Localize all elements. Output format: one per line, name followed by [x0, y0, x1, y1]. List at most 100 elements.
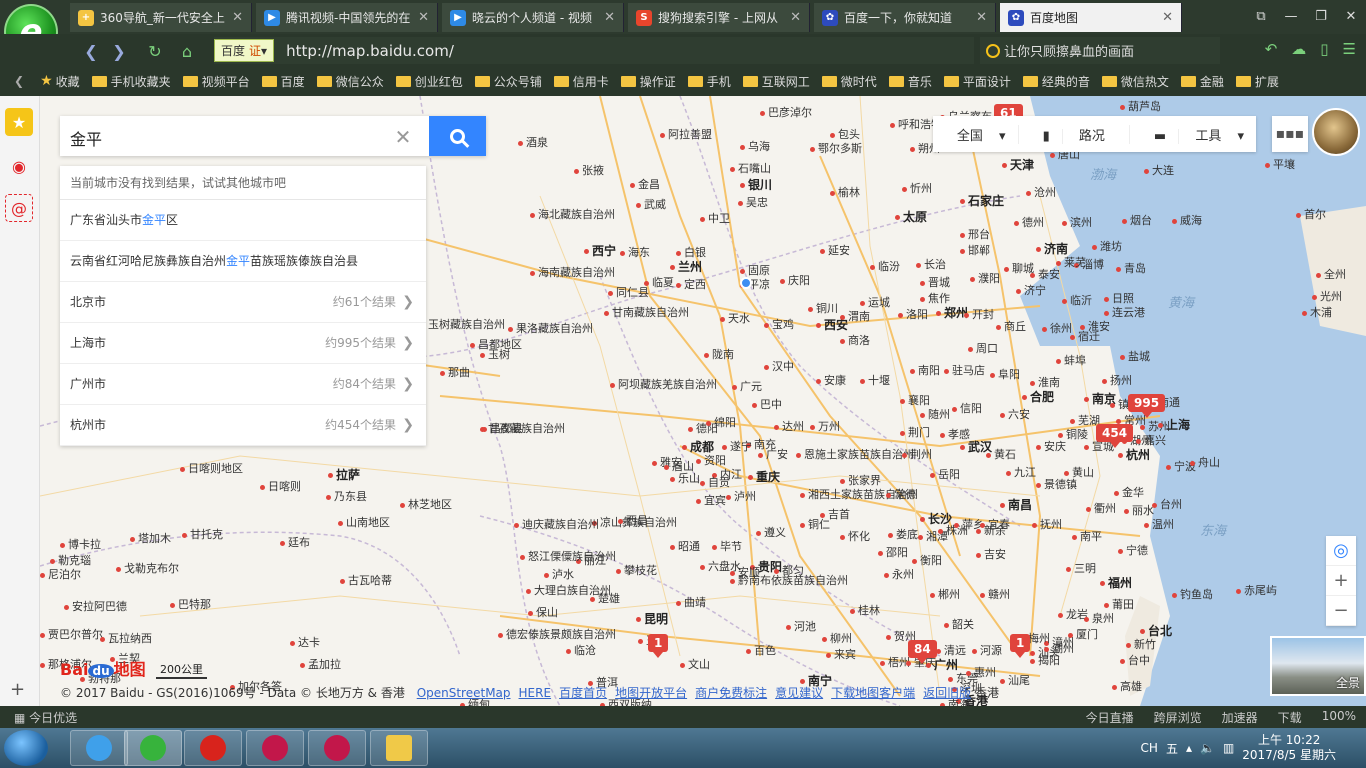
tab-close-icon[interactable]: ✕	[232, 10, 243, 25]
footer-link[interactable]: HERE	[519, 686, 552, 700]
result-marker-shantou[interactable]: 1	[1010, 634, 1031, 658]
status-item[interactable]: 加速器	[1222, 709, 1258, 726]
tray-expand-icon[interactable]: ▴	[1186, 741, 1192, 755]
bookmark-item[interactable]: 扩展	[1235, 73, 1279, 90]
phone-icon[interactable]: ▯	[1320, 40, 1328, 58]
footer-link[interactable]: 意见建议	[775, 686, 823, 700]
bookmark-item[interactable]: ★ 收藏	[40, 73, 80, 90]
bookmark-item[interactable]: 创业红包	[395, 73, 463, 90]
tab-5[interactable]: ✿ 百度地图 ✕	[1000, 3, 1182, 32]
speaker-icon[interactable]: 🔈	[1200, 741, 1215, 755]
weibo-icon[interactable]: ◉	[5, 152, 33, 180]
cloud-icon[interactable]: ☁	[1291, 40, 1306, 58]
status-item[interactable]: 100%	[1322, 709, 1356, 726]
taskbar-app-360-browser[interactable]	[124, 730, 182, 766]
tab-list-icon[interactable]: ⧉	[1246, 0, 1276, 32]
city-result-item[interactable]: 北京市 约61个结果 ❯	[60, 282, 426, 323]
tab-close-icon[interactable]: ✕	[1162, 10, 1173, 25]
home-icon[interactable]: ⌂	[176, 40, 198, 62]
forward-icon[interactable]: ❯	[108, 40, 130, 62]
input-method-icon[interactable]: 五	[1166, 740, 1178, 757]
city-result-item[interactable]: 广州市 约84个结果 ❯	[60, 364, 426, 405]
tab-4[interactable]: ✿ 百度一下，你就知道 ✕	[814, 3, 996, 32]
traffic-button[interactable]: ▮ 路况	[1019, 124, 1130, 144]
bookmark-item[interactable]: 百度	[261, 73, 305, 90]
restore-icon[interactable]: ❐	[1306, 0, 1336, 32]
message-icon[interactable]: ▪▪▪	[1272, 116, 1308, 152]
tab-close-icon[interactable]: ✕	[976, 10, 987, 25]
address-bar[interactable]: 百度证 ▾ http://map.baidu.com/	[214, 37, 974, 64]
taskbar-app-baidu-cloud[interactable]	[70, 730, 128, 766]
tab-2[interactable]: ▶ 晓云的个人频道 - 视频 ✕	[442, 3, 624, 32]
tab-close-icon[interactable]: ✕	[790, 10, 801, 25]
status-today-picks[interactable]: ▦ 今日优选	[14, 709, 77, 726]
undo-icon[interactable]: ↶	[1265, 40, 1278, 58]
result-marker-guangzhou[interactable]: 84	[908, 640, 937, 664]
zoom-out-button[interactable]: −	[1326, 596, 1356, 626]
bookmark-item[interactable]: 互联网工	[742, 73, 810, 90]
back-icon[interactable]: ❮	[80, 40, 102, 62]
footer-link[interactable]: 地图开放平台	[615, 686, 687, 700]
tab-1[interactable]: ▶ 腾讯视频-中国领先的在 ✕	[256, 3, 438, 32]
city-result-item[interactable]: 杭州市 约454个结果 ❯	[60, 405, 426, 446]
taskbar-app-explorer[interactable]	[370, 730, 428, 766]
bookmark-item[interactable]: 音乐	[888, 73, 932, 90]
footer-link[interactable]: 下载地图客户端	[831, 686, 915, 700]
bookmark-item[interactable]: 信用卡	[553, 73, 609, 90]
footer-link[interactable]: 返回旧版	[923, 686, 971, 700]
taskbar-app-netease-music[interactable]	[184, 730, 242, 766]
taskbar-app-radish-1[interactable]	[246, 730, 304, 766]
city-result-item[interactable]: 上海市 约995个结果 ❯	[60, 323, 426, 364]
bookmark-item[interactable]: 手机	[687, 73, 731, 90]
clock[interactable]: 上午 10:22 2017/8/5 星期六	[1242, 733, 1336, 763]
menu-icon[interactable]: ☰	[1343, 40, 1356, 58]
bookmark-item[interactable]: 平面设计	[943, 73, 1011, 90]
email-icon[interactable]: @	[5, 194, 33, 222]
result-marker-kunming[interactable]: 1	[648, 634, 669, 658]
toolbox-button[interactable]: ▬ 工具 ▾	[1130, 125, 1256, 144]
bookmark-item[interactable]: 微信热文	[1101, 73, 1169, 90]
browser-search-input[interactable]: 让你只顾擦鼻血的画面	[980, 37, 1220, 64]
start-button[interactable]	[4, 730, 48, 766]
avatar[interactable]	[1312, 108, 1360, 156]
suggestion-item[interactable]: 广东省汕头市金平区	[60, 200, 426, 241]
bookmark-item[interactable]: 操作证	[620, 73, 676, 90]
bookmark-item[interactable]: 金融	[1180, 73, 1224, 90]
map-search-input[interactable]: 金平	[70, 126, 102, 150]
panorama-thumbnail[interactable]: 全景	[1270, 636, 1366, 696]
url-text[interactable]: http://map.baidu.com/	[286, 42, 454, 60]
result-marker-shanghai[interactable]: 995	[1128, 394, 1166, 418]
search-engine-select[interactable]: 百度证 ▾	[214, 39, 275, 62]
status-item[interactable]: 跨屏浏览	[1154, 709, 1202, 726]
map-search-button[interactable]	[429, 116, 486, 156]
bookmark-item[interactable]: 微时代	[821, 73, 877, 90]
reload-icon[interactable]: ↻	[144, 40, 166, 62]
bookmark-item[interactable]: 视频平台	[182, 73, 250, 90]
region-select[interactable]: 全国 ▾	[933, 124, 1019, 144]
clear-search-icon[interactable]: ✕	[390, 125, 416, 149]
bookmark-item[interactable]: 微信公众	[316, 73, 384, 90]
zoom-in-button[interactable]: +	[1326, 566, 1356, 596]
suggestion-item[interactable]: 云南省红河哈尼族彝族自治州金平苗族瑶族傣族自治县	[60, 241, 426, 282]
status-item[interactable]: 下载	[1278, 709, 1302, 726]
bookmarks-toggle-icon[interactable]: ❮	[14, 74, 24, 88]
tab-close-icon[interactable]: ✕	[418, 10, 429, 25]
minimize-icon[interactable]: —	[1276, 0, 1306, 32]
locate-icon[interactable]: ◎	[1326, 536, 1356, 566]
status-item[interactable]: 今日直播	[1086, 709, 1134, 726]
network-icon[interactable]: ▥	[1223, 741, 1234, 755]
bookmark-item[interactable]: 经典的音	[1022, 73, 1090, 90]
tab-0[interactable]: +360导航_新一代安全上 ✕	[70, 3, 252, 32]
result-marker-hangzhou[interactable]: 454	[1096, 424, 1134, 448]
footer-link[interactable]: 商户免费标注	[695, 686, 767, 700]
ime-indicator[interactable]: CH	[1141, 741, 1158, 755]
tab-3[interactable]: S 搜狗搜索引擎 - 上网从 ✕	[628, 3, 810, 32]
bookmark-item[interactable]: 公众号铺	[474, 73, 542, 90]
tab-close-icon[interactable]: ✕	[604, 10, 615, 25]
taskbar-app-radish-2[interactable]	[308, 730, 366, 766]
add-sidebar-icon[interactable]: +	[10, 679, 25, 700]
map-canvas[interactable]: 阿拉善盟巴彦淖尔包头呼和浩特乌兰察布大同北京天津唐山鄂尔多斯乌海石嘴山银川吴忠朔…	[40, 96, 1366, 706]
favorites-icon[interactable]: ★	[5, 108, 33, 136]
bookmark-item[interactable]: 手机收藏夹	[91, 73, 171, 90]
footer-link[interactable]: OpenStreetMap	[417, 686, 511, 700]
